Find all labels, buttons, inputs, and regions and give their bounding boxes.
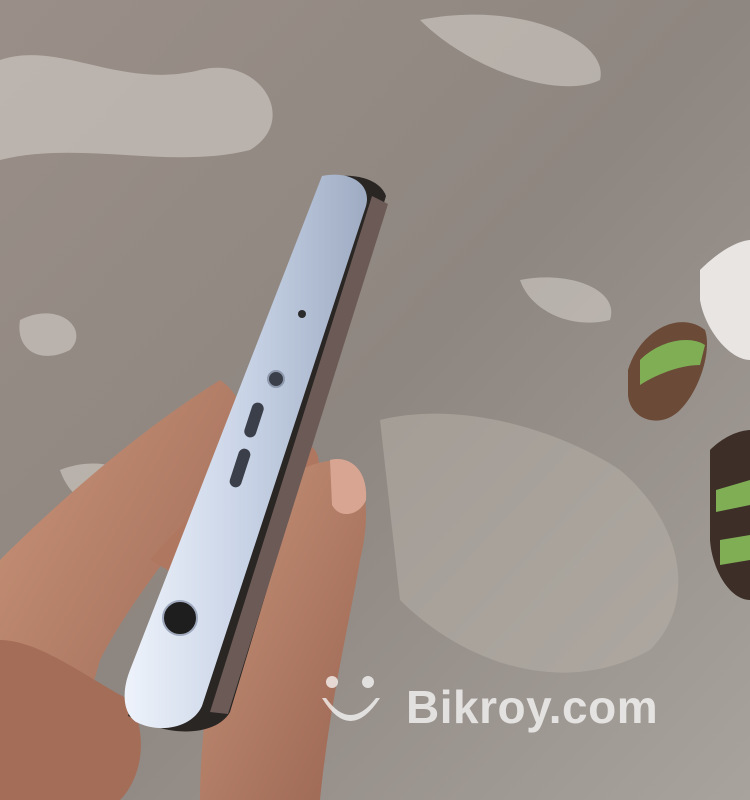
watermark-text: Bikroy.com (406, 681, 659, 733)
bikroy-watermark: Bikroy.com (318, 672, 658, 742)
headphone-jack (162, 600, 198, 636)
bikroy-logo-icon (322, 676, 380, 721)
photo-scene: Bikroy.com (0, 0, 750, 800)
ir-blaster (267, 370, 285, 388)
microphone-hole (298, 310, 306, 318)
